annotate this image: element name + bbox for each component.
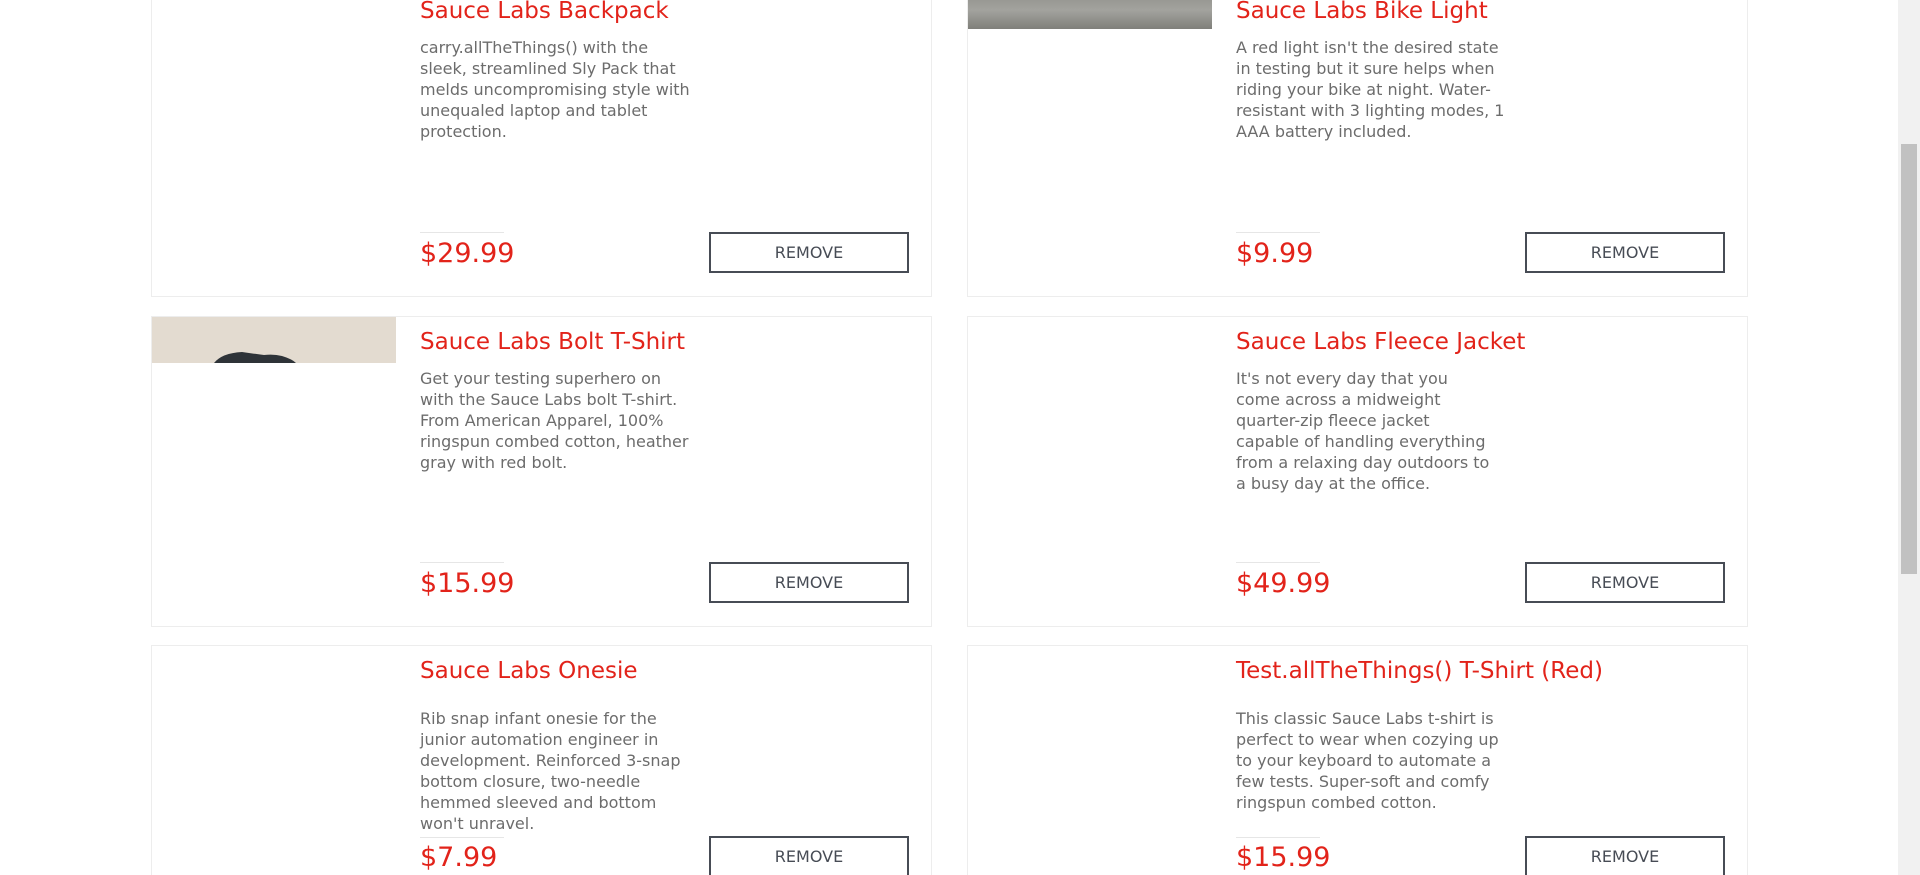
item-description: Get your testing superhero on with the S…	[420, 369, 689, 472]
inventory-item: Test.allTheThings() T-Shirt (Red) This c…	[967, 645, 1748, 875]
item-name-link[interactable]: Test.allTheThings() T-Shirt (Red)	[1236, 658, 1603, 684]
item-image[interactable]	[152, 0, 396, 27]
inventory-item: Sauce Labs Onesie Rib snap infant onesie…	[151, 645, 932, 875]
remove-button[interactable]: REMOVE	[1525, 562, 1725, 603]
scrollbar-thumb[interactable]	[1901, 144, 1917, 574]
price-divider	[1236, 562, 1320, 563]
item-description: carry.allTheThings() with the sleek, str…	[420, 38, 690, 141]
price-divider	[1236, 232, 1320, 233]
item-image[interactable]	[968, 317, 1212, 357]
price-divider	[420, 232, 504, 233]
remove-button[interactable]: REMOVE	[709, 836, 909, 875]
item-name-link[interactable]: Sauce Labs Bike Light	[1236, 0, 1488, 24]
tshirt-collar-icon	[214, 352, 296, 363]
item-price: $15.99	[1236, 842, 1331, 873]
item-image[interactable]	[152, 646, 396, 686]
remove-button[interactable]: REMOVE	[709, 232, 909, 273]
item-description: It's not every day that you come across …	[1236, 369, 1490, 493]
inventory-item: Sauce Labs Bike Light A red light isn't …	[967, 0, 1748, 297]
inventory-item: Sauce Labs Backpack carry.allTheThings()…	[151, 0, 932, 297]
item-description: Rib snap infant onesie for the junior au…	[420, 709, 681, 833]
price-divider	[420, 837, 504, 838]
item-price: $29.99	[420, 238, 515, 269]
price-divider	[1236, 837, 1320, 838]
item-image[interactable]	[968, 0, 1212, 29]
inventory-item: Sauce Labs Fleece Jacket It's not every …	[967, 316, 1748, 627]
remove-button[interactable]: REMOVE	[1525, 232, 1725, 273]
item-name-link[interactable]: Sauce Labs Bolt T-Shirt	[420, 329, 685, 355]
inventory-page: Sauce Labs Backpack carry.allTheThings()…	[0, 0, 1920, 875]
item-name-link[interactable]: Sauce Labs Fleece Jacket	[1236, 329, 1525, 355]
item-description: This classic Sauce Labs t-shirt is perfe…	[1236, 709, 1499, 812]
item-name-link[interactable]: Sauce Labs Backpack	[420, 0, 669, 24]
item-name-link[interactable]: Sauce Labs Onesie	[420, 658, 638, 684]
item-price: $9.99	[1236, 238, 1314, 269]
inventory-item: Sauce Labs Bolt T-Shirt Get your testing…	[151, 316, 932, 627]
item-description: A red light isn't the desired state in t…	[1236, 38, 1505, 141]
item-price: $7.99	[420, 842, 498, 873]
item-image[interactable]	[968, 646, 1212, 686]
price-divider	[420, 562, 504, 563]
item-image[interactable]	[152, 317, 396, 363]
item-price: $15.99	[420, 568, 515, 599]
remove-button[interactable]: REMOVE	[1525, 836, 1725, 875]
item-price: $49.99	[1236, 568, 1331, 599]
remove-button[interactable]: REMOVE	[709, 562, 909, 603]
